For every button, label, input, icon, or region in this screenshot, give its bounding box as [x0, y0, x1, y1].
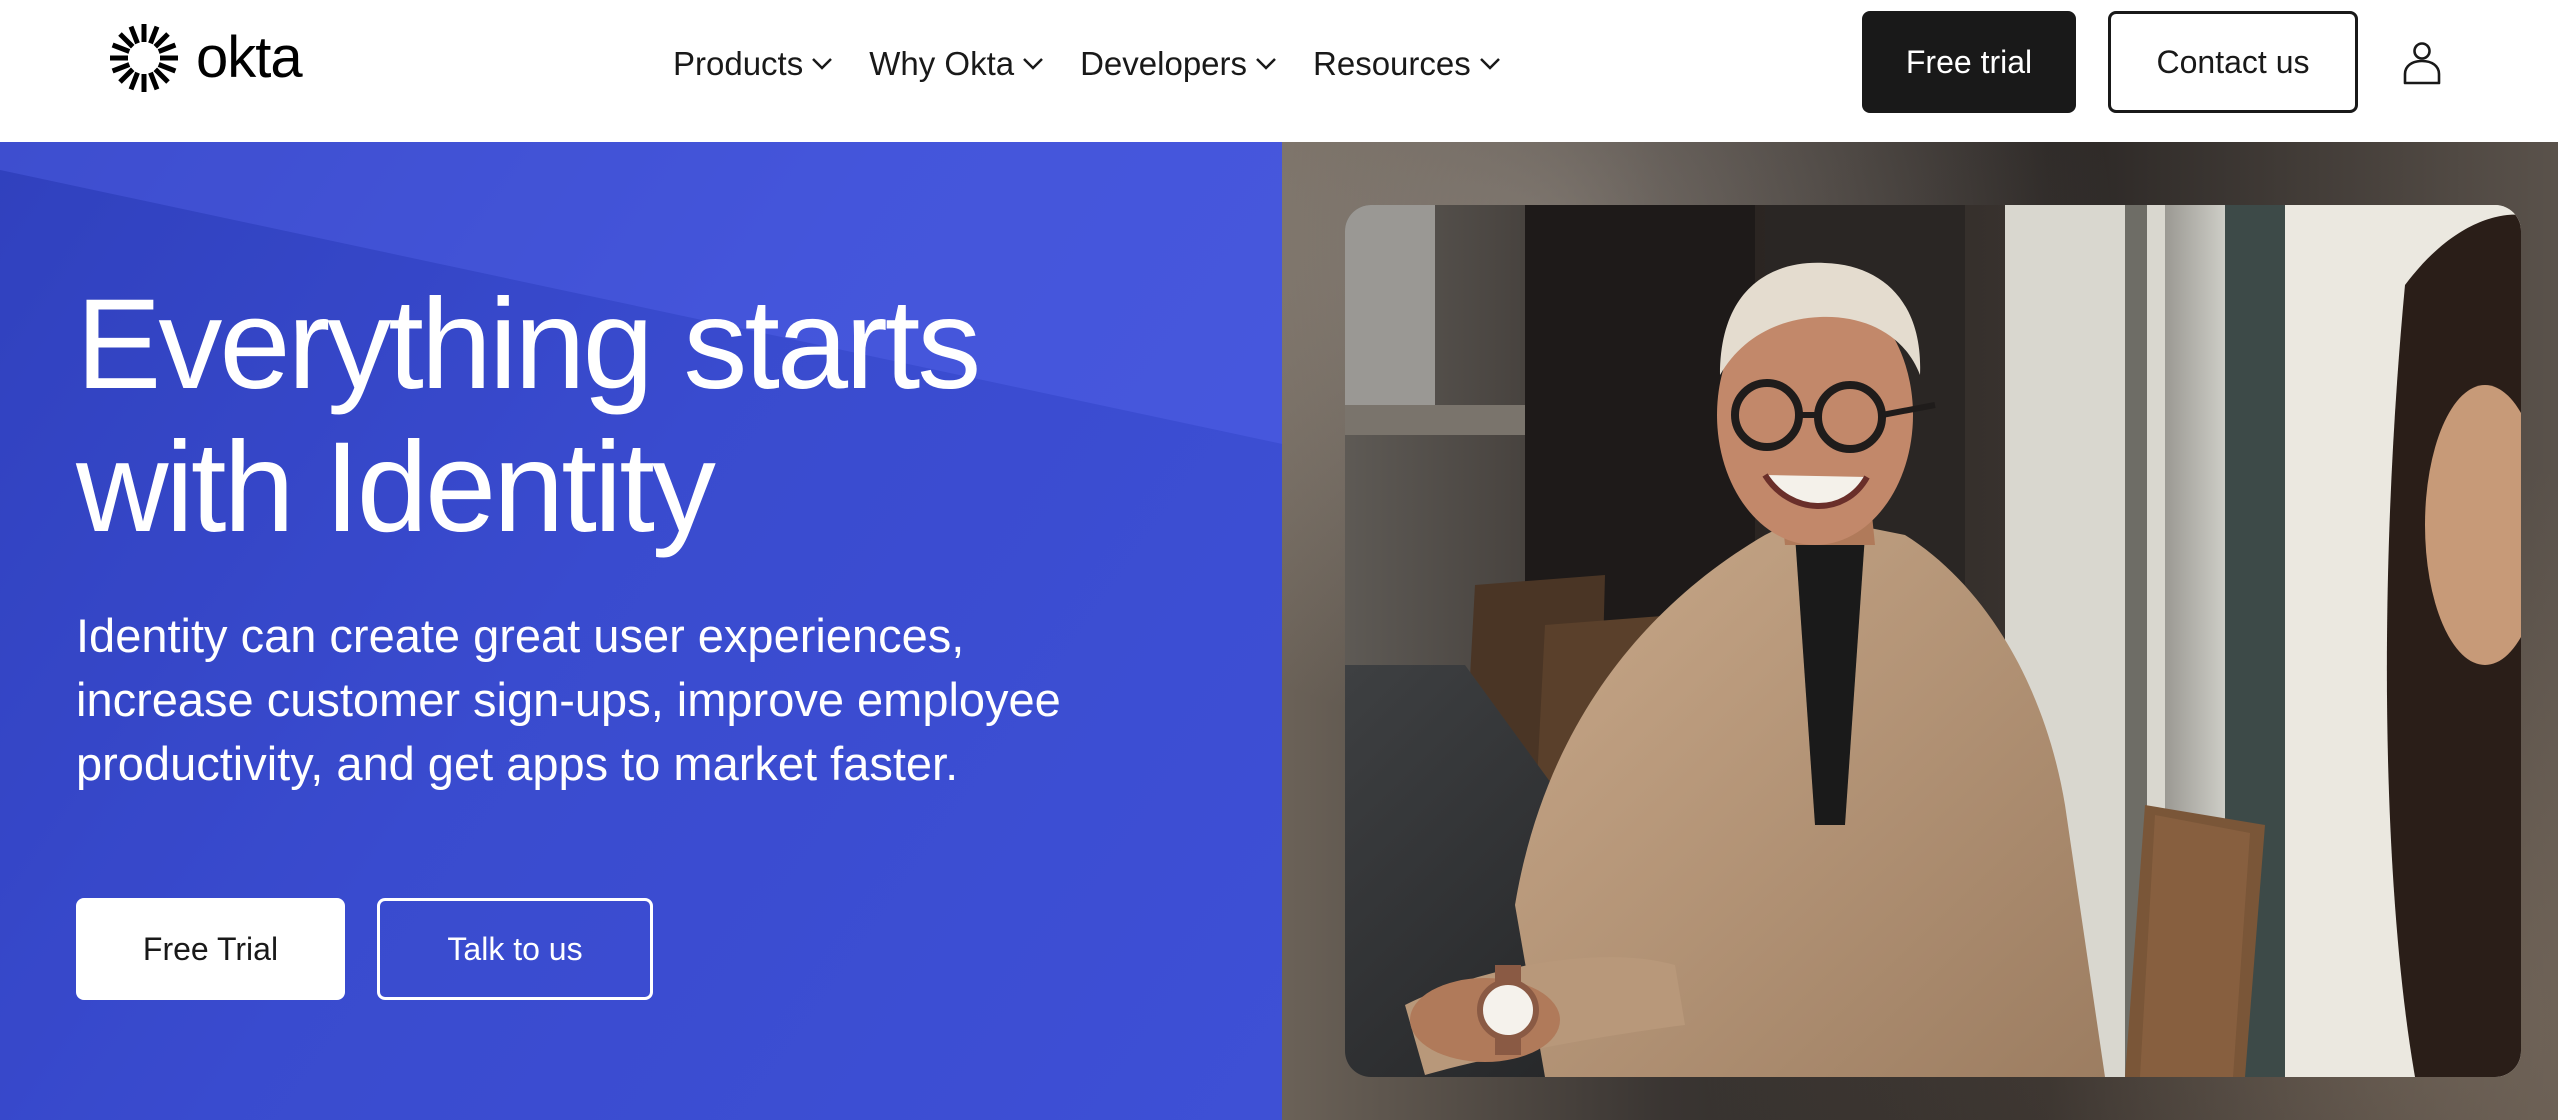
nav-why-okta[interactable]: Why Okta — [869, 45, 1044, 83]
smiling-person-photo — [1345, 205, 2521, 1077]
logo-wordmark: okta — [196, 25, 303, 90]
hero-headline-line-2: with Identity — [76, 416, 716, 559]
nav-why-okta-label: Why Okta — [869, 45, 1015, 82]
nav-products-label: Products — [673, 45, 804, 82]
hero-free-trial-button[interactable]: Free Trial — [76, 898, 345, 1000]
hero-subtitle-line-1: Identity can create great user experienc… — [76, 609, 965, 662]
chevron-down-icon — [812, 58, 833, 70]
account-button[interactable] — [2396, 36, 2448, 90]
okta-logo[interactable]: okta — [106, 20, 303, 96]
hero-talk-to-us-button[interactable]: Talk to us — [377, 898, 653, 1000]
chevron-down-icon — [1256, 58, 1276, 70]
hero-headline: Everything starts with Identity — [76, 273, 1226, 559]
site-header: okta Products Why Okta Developers Resour… — [0, 0, 2558, 142]
hero-subtitle: Identity can create great user experienc… — [76, 604, 1176, 796]
okta-sunburst-icon — [110, 24, 178, 92]
hero-subtitle-line-3: productivity, and get apps to market fas… — [76, 737, 959, 790]
hero-photo — [1345, 205, 2521, 1077]
nav-resources-label: Resources — [1313, 45, 1471, 82]
hero-subtitle-line-2: increase customer sign-ups, improve empl… — [76, 673, 1061, 726]
nav-developers-label: Developers — [1080, 45, 1248, 82]
nav-developers[interactable]: Developers — [1080, 45, 1277, 83]
contact-us-button[interactable]: Contact us — [2108, 11, 2358, 113]
chevron-down-icon — [1023, 58, 1043, 70]
chevron-down-icon — [1479, 58, 1500, 70]
hero-panel: Everything starts with Identity Identity… — [0, 142, 1282, 1120]
hero-headline-line-1: Everything starts — [76, 273, 981, 416]
nav-resources[interactable]: Resources — [1313, 45, 1501, 83]
user-icon — [2403, 42, 2441, 85]
main-nav: Products Why Okta Developers Resources — [673, 36, 1537, 92]
hero-image-panel — [1282, 142, 2558, 1120]
nav-products[interactable]: Products — [673, 45, 833, 83]
free-trial-button[interactable]: Free trial — [1862, 11, 2076, 113]
